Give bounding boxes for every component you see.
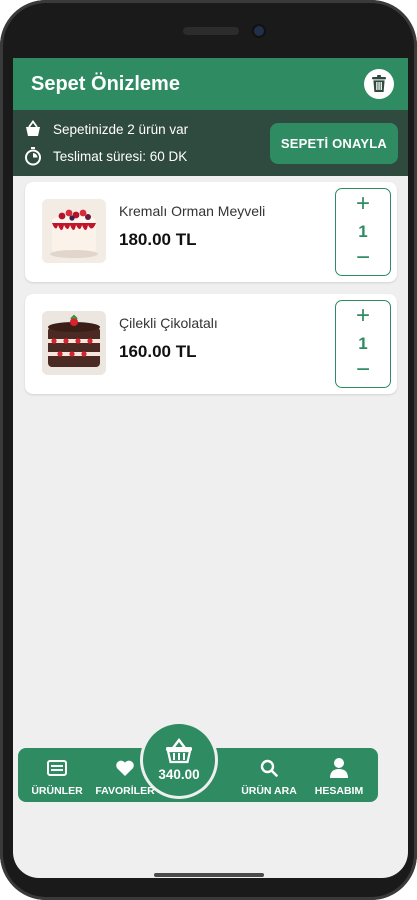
cart-list: Kremalı Orman Meyveli 180.00 TL + 1 − Çi… <box>25 182 397 406</box>
home-indicator <box>154 873 264 877</box>
nav-account-label: HESABIM <box>314 785 364 797</box>
nav-search-label: ÜRÜN ARA <box>241 785 297 797</box>
nav-search[interactable]: ÜRÜN ARA <box>234 756 304 797</box>
confirm-cart-button[interactable]: SEPETİ ONAYLA <box>269 122 398 164</box>
phone-frame: Sepet Önizleme Sepetinizde 2 ürün var Te… <box>0 0 417 900</box>
phone-notch <box>0 0 417 60</box>
shopping-basket-icon <box>166 738 192 764</box>
quantity-stepper: + 1 − <box>335 300 391 388</box>
cart-summary-text: Sepetinizde 2 ürün var Teslimat süresi: … <box>23 120 270 166</box>
cart-item: Kremalı Orman Meyveli 180.00 TL + 1 − <box>25 182 397 282</box>
user-icon <box>330 758 348 778</box>
quantity-value: 1 <box>358 334 368 353</box>
product-price: 180.00 TL <box>119 230 197 249</box>
delivery-time-text: Teslimat süresi: 60 DK <box>53 148 188 164</box>
page-title: Sepet Önizleme <box>31 72 180 95</box>
product-image-strawberry-chocolate-cake <box>42 311 106 375</box>
product-image-berry-cake <box>42 199 106 263</box>
trash-icon <box>372 75 386 92</box>
nav-favorites-label: FAVORİLER <box>95 785 155 797</box>
decrease-quantity-button[interactable]: − <box>356 246 370 271</box>
basket-total: 340.00 <box>158 767 200 782</box>
increase-quantity-button[interactable]: + <box>356 192 370 217</box>
decrease-quantity-button[interactable]: − <box>356 358 370 383</box>
item-count-text: Sepetinizde 2 ürün var <box>53 121 189 137</box>
speaker-grille <box>183 27 239 35</box>
product-name: Kremalı Orman Meyveli <box>119 203 266 219</box>
nav-products[interactable]: ÜRÜNLER <box>22 756 92 797</box>
search-icon <box>260 759 278 777</box>
basket-button[interactable]: 340.00 <box>143 724 215 796</box>
cart-summary-bar: Sepetinizde 2 ürün var Teslimat süresi: … <box>13 110 408 176</box>
increase-quantity-button[interactable]: + <box>356 304 370 329</box>
product-name: Çilekli Çikolatalı <box>119 315 218 331</box>
nav-account[interactable]: HESABIM <box>304 756 374 797</box>
delivery-time-line: Teslimat süresi: 60 DK <box>23 146 270 166</box>
product-list-icon <box>47 760 67 776</box>
item-count-line: Sepetinizde 2 ürün var <box>23 120 270 138</box>
basket-icon <box>26 120 40 136</box>
quantity-stepper: + 1 − <box>335 188 391 276</box>
heart-icon <box>116 760 134 776</box>
stopwatch-icon <box>25 147 41 166</box>
cart-item: Çilekli Çikolatalı 160.00 TL + 1 − <box>25 294 397 394</box>
app-bar: Sepet Önizleme <box>13 58 408 110</box>
clear-cart-button[interactable] <box>364 69 394 99</box>
front-camera <box>254 26 264 36</box>
nav-products-label: ÜRÜNLER <box>31 785 83 797</box>
quantity-value: 1 <box>358 222 368 241</box>
product-price: 160.00 TL <box>119 342 197 361</box>
